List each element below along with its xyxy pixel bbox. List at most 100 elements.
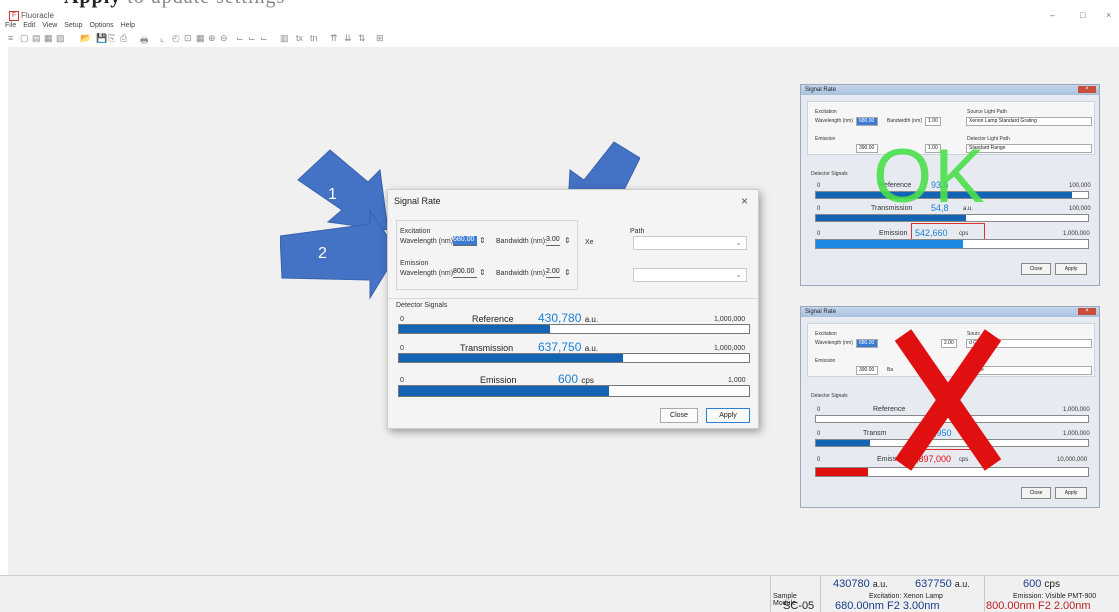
- toolbar-icon-3[interactable]: ▦: [44, 33, 53, 44]
- ok-emission-label: Emission: [815, 136, 836, 142]
- toolbar-icon-24[interactable]: ⇅: [358, 33, 366, 44]
- toolbar-icon-22[interactable]: ⇈: [330, 33, 338, 44]
- toolbar-icon-20[interactable]: tx: [296, 33, 303, 43]
- caption-text: Apply to update settings: [64, 0, 285, 9]
- bad-detector-label: Detector Signals: [811, 393, 848, 399]
- ok-bandwidth-input[interactable]: 1.00: [925, 117, 941, 126]
- cross-mark-icon: [894, 329, 1002, 471]
- ok-stamp: OK: [873, 134, 987, 219]
- toolbar-icon-13[interactable]: ▦: [196, 33, 205, 44]
- emission-bandwidth-label: Bandwidth (nm):: [496, 270, 547, 277]
- toolbar-icon-8[interactable]: ⎙: [120, 33, 127, 44]
- excitation-bandwidth-label: Bandwidth (nm):: [496, 238, 547, 245]
- toolbar-icon-25[interactable]: ⊞: [376, 33, 384, 44]
- status-cps-unit: cps: [1044, 579, 1060, 590]
- menu-file[interactable]: File: [5, 22, 16, 29]
- emission-bandwidth-input[interactable]: 2.00: [546, 268, 560, 278]
- toolbar-icon-11[interactable]: ◴: [172, 33, 180, 44]
- excitation-bandwidth-spinner[interactable]: ⇕: [564, 236, 571, 245]
- toolbar-icon-16[interactable]: ⌙: [236, 33, 244, 44]
- status-ref-number: 430780: [833, 578, 870, 590]
- bad-ref-max: 1,000,000: [1063, 407, 1090, 413]
- menu-help[interactable]: Help: [121, 22, 135, 29]
- emission-max: 1,000: [728, 377, 746, 384]
- close-button[interactable]: Close: [660, 408, 698, 423]
- toolbar-icon-17[interactable]: ⌙: [248, 33, 256, 44]
- ok-panel-title: Signal Rate: [801, 85, 1099, 95]
- bad-em-min: 0: [817, 457, 821, 463]
- excitation-wavelength-spinner[interactable]: ⇕: [479, 236, 486, 245]
- toolbar-icon-2[interactable]: ▤: [32, 33, 41, 44]
- status-emission-cell: 600 cps Emission: Visible PMT-900 800.00…: [984, 576, 1119, 612]
- emission-min: 0: [400, 377, 404, 384]
- emission-unit: cps: [581, 376, 594, 385]
- transmission-bar: [398, 353, 750, 363]
- bad-panel-close-icon[interactable]: ×: [1078, 308, 1096, 315]
- bad-wavelength-input[interactable]: 680.00: [856, 339, 878, 348]
- emission-signal-label: Emission: [480, 375, 517, 385]
- toolbar-icon-10[interactable]: ⌞: [160, 33, 164, 44]
- reference-max: 1,000,000: [714, 316, 746, 323]
- source-light-path-select[interactable]: ⌄: [633, 236, 747, 250]
- bad-em-bar-fill: [816, 468, 868, 476]
- status-trans-number: 637750: [915, 578, 952, 590]
- source-path-prefix: Xe: [585, 239, 594, 246]
- reference-value: 430,780 a.u.: [538, 311, 598, 325]
- emission-wavelength-spinner[interactable]: ⇕: [479, 268, 486, 277]
- toolbar-icon-1[interactable]: ▢: [20, 33, 29, 44]
- menu-view[interactable]: View: [42, 22, 57, 29]
- ok-em-bar-fill: [816, 240, 963, 248]
- transmission-label: Transmission: [460, 343, 514, 353]
- ok-panel-close-icon[interactable]: ×: [1078, 86, 1096, 93]
- toolbar-icon-4[interactable]: ▧: [56, 33, 65, 44]
- emission-bandwidth-spinner[interactable]: ⇕: [564, 268, 571, 277]
- excitation-wavelength-input[interactable]: 680.00: [453, 236, 477, 246]
- menu-options[interactable]: Options: [90, 22, 114, 29]
- status-ref-value: 430780 a.u.: [833, 578, 888, 590]
- emission-number: 600: [558, 372, 579, 386]
- ok-wavelength-input[interactable]: 680.00: [856, 117, 878, 126]
- toolbar-icon-5[interactable]: 📂: [80, 33, 91, 44]
- toolbar-icon-18[interactable]: ⌙: [260, 33, 268, 44]
- bad-apply-button[interactable]: Apply: [1055, 487, 1087, 499]
- toolbar-icon-12[interactable]: ⊡: [184, 33, 192, 44]
- emission-wavelength-input[interactable]: 800.00: [453, 268, 477, 278]
- maximize-button[interactable]: □: [1080, 10, 1085, 20]
- toolbar-icon-15[interactable]: ⊖: [220, 33, 228, 44]
- ok-em-bar: [815, 239, 1089, 249]
- reference-bar-fill: [399, 325, 550, 333]
- ok-trans-max: 100,000: [1069, 206, 1091, 212]
- detector-light-path-select[interactable]: ⌄: [633, 268, 747, 282]
- close-window-button[interactable]: ×: [1106, 10, 1111, 20]
- toolbar-icon-7[interactable]: ⎘: [108, 33, 115, 44]
- ok-bandwidth-label: Bandwidth (nm): [887, 118, 923, 124]
- toolbar-icon-21[interactable]: tn: [310, 33, 318, 43]
- toolbar-icon-19[interactable]: ▥: [280, 33, 289, 44]
- bad-emission-label: Emission: [815, 358, 836, 364]
- excitation-bandwidth-input[interactable]: 3.00: [546, 236, 560, 246]
- ok-source-select[interactable]: Xenon Lamp Standard Grating: [966, 117, 1092, 126]
- emission-value: 600 cps: [558, 372, 594, 386]
- emission-label: Emission: [400, 260, 429, 267]
- menu-setup[interactable]: Setup: [64, 22, 82, 29]
- apply-button[interactable]: Apply: [706, 408, 750, 423]
- bad-trans-bar-fill: [816, 440, 871, 446]
- bad-emission-wavelength[interactable]: 390.00: [856, 366, 878, 375]
- bad-wavelength-label: Wavelength (nm): [815, 340, 853, 346]
- ok-excitation-label: Excitation: [815, 109, 837, 115]
- toolbar-icon-23[interactable]: ⇊: [344, 33, 352, 44]
- toolbar-icon-0[interactable]: ≡: [8, 33, 13, 43]
- transmission-min: 0: [400, 345, 404, 352]
- ok-close-button[interactable]: Close: [1021, 263, 1051, 275]
- menu-bar: File Edit View Setup Options Help: [0, 22, 1119, 33]
- toolbar-icon-14[interactable]: ⊕: [208, 33, 216, 44]
- ok-source-label: Source Light Path: [967, 109, 1007, 115]
- reference-min: 0: [400, 316, 404, 323]
- minimize-button[interactable]: –: [1050, 10, 1055, 20]
- dialog-close-icon[interactable]: ×: [741, 194, 748, 208]
- status-module-cell: Sample Module SC-05: [770, 576, 821, 612]
- toolbar-icon-6[interactable]: 💾: [96, 33, 107, 44]
- bad-close-button[interactable]: Close: [1021, 487, 1051, 499]
- menu-edit[interactable]: Edit: [23, 22, 35, 29]
- ok-apply-button[interactable]: Apply: [1055, 263, 1087, 275]
